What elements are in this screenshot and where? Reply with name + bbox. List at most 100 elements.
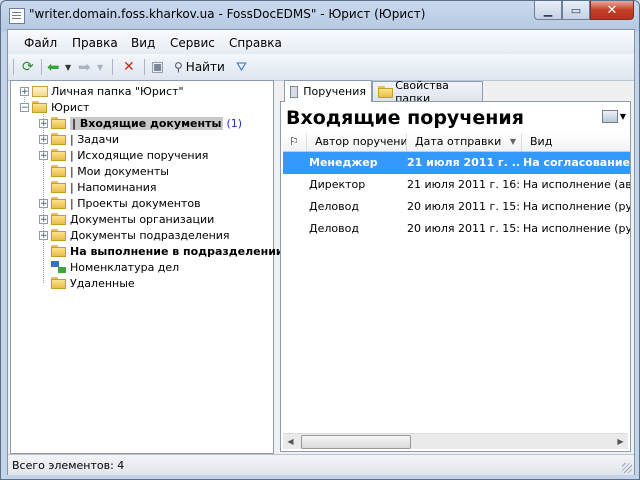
tree-item-label: | Проекты документов bbox=[70, 196, 201, 210]
menu-service[interactable]: Сервис bbox=[170, 36, 215, 50]
client-area: Файл Правка Вид Сервис Справка ⟳ ⬅ ▼ ➡ ▼… bbox=[7, 29, 635, 475]
column-header-author[interactable]: Автор поручения bbox=[307, 133, 407, 151]
find-button[interactable]: ⚲ Найти bbox=[174, 58, 225, 76]
expand-icon[interactable]: + bbox=[39, 118, 48, 128]
refresh-button[interactable]: ⟳ bbox=[22, 58, 34, 76]
menu-file[interactable]: Файл bbox=[24, 36, 57, 50]
tab-folder-properties[interactable]: Свойства папки bbox=[372, 79, 483, 105]
folder-icon bbox=[51, 117, 67, 129]
content-pane: Поручения Свойства папки Входящие поруче… bbox=[280, 79, 631, 452]
cell-type: На исполнение (ручн bbox=[523, 222, 630, 235]
folder-icon bbox=[51, 277, 67, 289]
horizontal-scrollbar[interactable]: ◀ ▶ bbox=[283, 433, 628, 449]
back-arrow-icon: ⬅ bbox=[47, 58, 60, 76]
expand-icon[interactable]: + bbox=[39, 230, 48, 240]
tree-item-label: Личная папка "Юрист" bbox=[51, 84, 184, 98]
tree-item-outgoing[interactable]: + | Исходящие поручения bbox=[39, 147, 208, 163]
cell-author: Директор bbox=[309, 178, 366, 191]
user-folder-icon bbox=[51, 165, 67, 177]
tree-item-root[interactable]: − Юрист bbox=[20, 99, 89, 115]
expand-icon[interactable]: + bbox=[39, 134, 48, 144]
toolbar-separator bbox=[41, 59, 42, 75]
filter-button[interactable]: ⛛ bbox=[236, 58, 247, 76]
delete-button[interactable]: ✕ bbox=[123, 58, 135, 76]
minimize-button[interactable]: ▁ bbox=[534, 1, 562, 20]
save-button[interactable]: ▣ bbox=[151, 58, 164, 76]
window-title: "writer.domain.foss.kharkov.ua - FossDoc… bbox=[29, 7, 426, 21]
tab-strip: Поручения Свойства папки bbox=[280, 79, 631, 105]
tree-item-personal-folder[interactable]: + Личная папка "Юрист" bbox=[20, 83, 184, 99]
tree-item-nomenclature[interactable]: Номенклатура дел bbox=[51, 259, 179, 275]
tree-item-dept-documents[interactable]: + Документы подразделения bbox=[39, 227, 230, 243]
scroll-left-button[interactable]: ◀ bbox=[283, 434, 298, 449]
folder-icon bbox=[51, 133, 67, 145]
folder-icon bbox=[51, 181, 67, 193]
title-bar[interactable]: "writer.domain.foss.kharkov.ua - FossDoc… bbox=[1, 1, 639, 29]
collapse-icon[interactable]: − bbox=[20, 102, 29, 112]
tree-item-my-documents[interactable]: | Мои документы bbox=[51, 163, 169, 179]
scroll-right-button[interactable]: ▶ bbox=[613, 434, 628, 449]
tree-item-drafts[interactable]: + | Проекты документов bbox=[39, 195, 201, 211]
flag-icon: ⚐ bbox=[289, 135, 299, 148]
expand-icon[interactable]: + bbox=[39, 198, 48, 208]
scrollbar-thumb[interactable] bbox=[301, 435, 411, 449]
tree-item-reminders[interactable]: | Напоминания bbox=[51, 179, 156, 195]
resize-grip-icon[interactable] bbox=[622, 463, 632, 473]
folder-icon bbox=[51, 149, 67, 161]
forward-button[interactable]: ➡ bbox=[78, 58, 91, 76]
tree-item-label: | Напоминания bbox=[70, 180, 157, 194]
cell-type: На исполнение (ручн bbox=[523, 200, 630, 213]
tree-item-label: Юрист bbox=[51, 100, 90, 114]
folder-icon bbox=[51, 229, 67, 241]
tree-item-dept-execution[interactable]: На выполнение в подразделении bbox=[51, 243, 284, 259]
folder-icon bbox=[32, 101, 48, 113]
minimize-icon: ▁ bbox=[543, 3, 553, 17]
expand-icon[interactable]: + bbox=[39, 214, 48, 224]
expand-icon[interactable]: + bbox=[20, 86, 29, 96]
table-row[interactable]: Менеджер 21 июля 2011 г. ... На согласов… bbox=[283, 152, 630, 174]
forward-arrow-icon: ➡ bbox=[78, 58, 91, 76]
folder-icon bbox=[378, 85, 394, 98]
cell-date: 20 июля 2011 г. 15:... bbox=[407, 200, 519, 213]
table-row[interactable]: Директор 21 июля 2011 г. 16:... На испол… bbox=[283, 174, 630, 196]
cell-author: Деловод bbox=[309, 200, 359, 213]
tree-item-org-documents[interactable]: + Документы организации bbox=[39, 211, 214, 227]
arrow-left-icon: ◀ bbox=[287, 437, 294, 446]
cell-date: 21 июля 2011 г. 16:... bbox=[407, 178, 519, 191]
chevron-down-icon: ▼ bbox=[619, 112, 626, 121]
tree-item-label: Документы организации bbox=[70, 212, 215, 226]
envelope-icon bbox=[32, 85, 48, 97]
save-icon: ▣ bbox=[151, 59, 165, 75]
nomenclature-icon bbox=[51, 260, 67, 274]
menu-view[interactable]: Вид bbox=[131, 36, 155, 50]
find-label: Найти bbox=[185, 60, 225, 74]
tree-item-incoming[interactable]: + | Входящие документы (1) bbox=[39, 115, 242, 131]
window-controls: ▁ ▭ ✕ bbox=[534, 1, 634, 20]
menu-edit[interactable]: Правка bbox=[72, 36, 118, 50]
cell-author: Деловод bbox=[309, 222, 359, 235]
back-dropdown[interactable]: ▼ bbox=[65, 58, 71, 76]
menu-help[interactable]: Справка bbox=[229, 36, 282, 50]
tab-label: Поручения bbox=[303, 85, 366, 98]
table-row[interactable]: Деловод 20 июля 2011 г. 15:... На исполн… bbox=[283, 196, 630, 218]
tab-assignments[interactable]: Поручения bbox=[284, 80, 372, 102]
back-button[interactable]: ⬅ bbox=[47, 58, 60, 76]
maximize-button[interactable]: ▭ bbox=[562, 1, 590, 20]
folder-icon bbox=[51, 245, 67, 257]
forward-dropdown[interactable]: ▼ bbox=[97, 58, 103, 76]
table-row[interactable]: Деловод 20 июля 2011 г. 15:... На исполн… bbox=[283, 218, 630, 240]
folder-icon bbox=[51, 213, 67, 225]
column-header-type[interactable]: Вид bbox=[522, 133, 630, 151]
close-button[interactable]: ✕ bbox=[590, 1, 634, 20]
tree-item-tasks[interactable]: + | Задачи bbox=[39, 131, 119, 147]
expand-icon[interactable]: + bbox=[39, 150, 48, 160]
refresh-icon: ⟳ bbox=[22, 59, 34, 75]
folder-tree[interactable]: + Личная папка "Юрист" − Юрист + | Входя… bbox=[10, 80, 284, 454]
flag-column-header[interactable]: ⚐ bbox=[283, 133, 307, 151]
view-options-button[interactable]: ▼ bbox=[601, 110, 626, 123]
delete-icon: ✕ bbox=[123, 59, 135, 75]
column-header-date[interactable]: Дата отправки ▼ bbox=[407, 133, 522, 151]
column-header-label: Дата отправки bbox=[415, 135, 502, 148]
tree-item-label: | Входящие документы bbox=[70, 116, 224, 130]
tree-item-deleted[interactable]: Удаленные bbox=[51, 275, 135, 291]
